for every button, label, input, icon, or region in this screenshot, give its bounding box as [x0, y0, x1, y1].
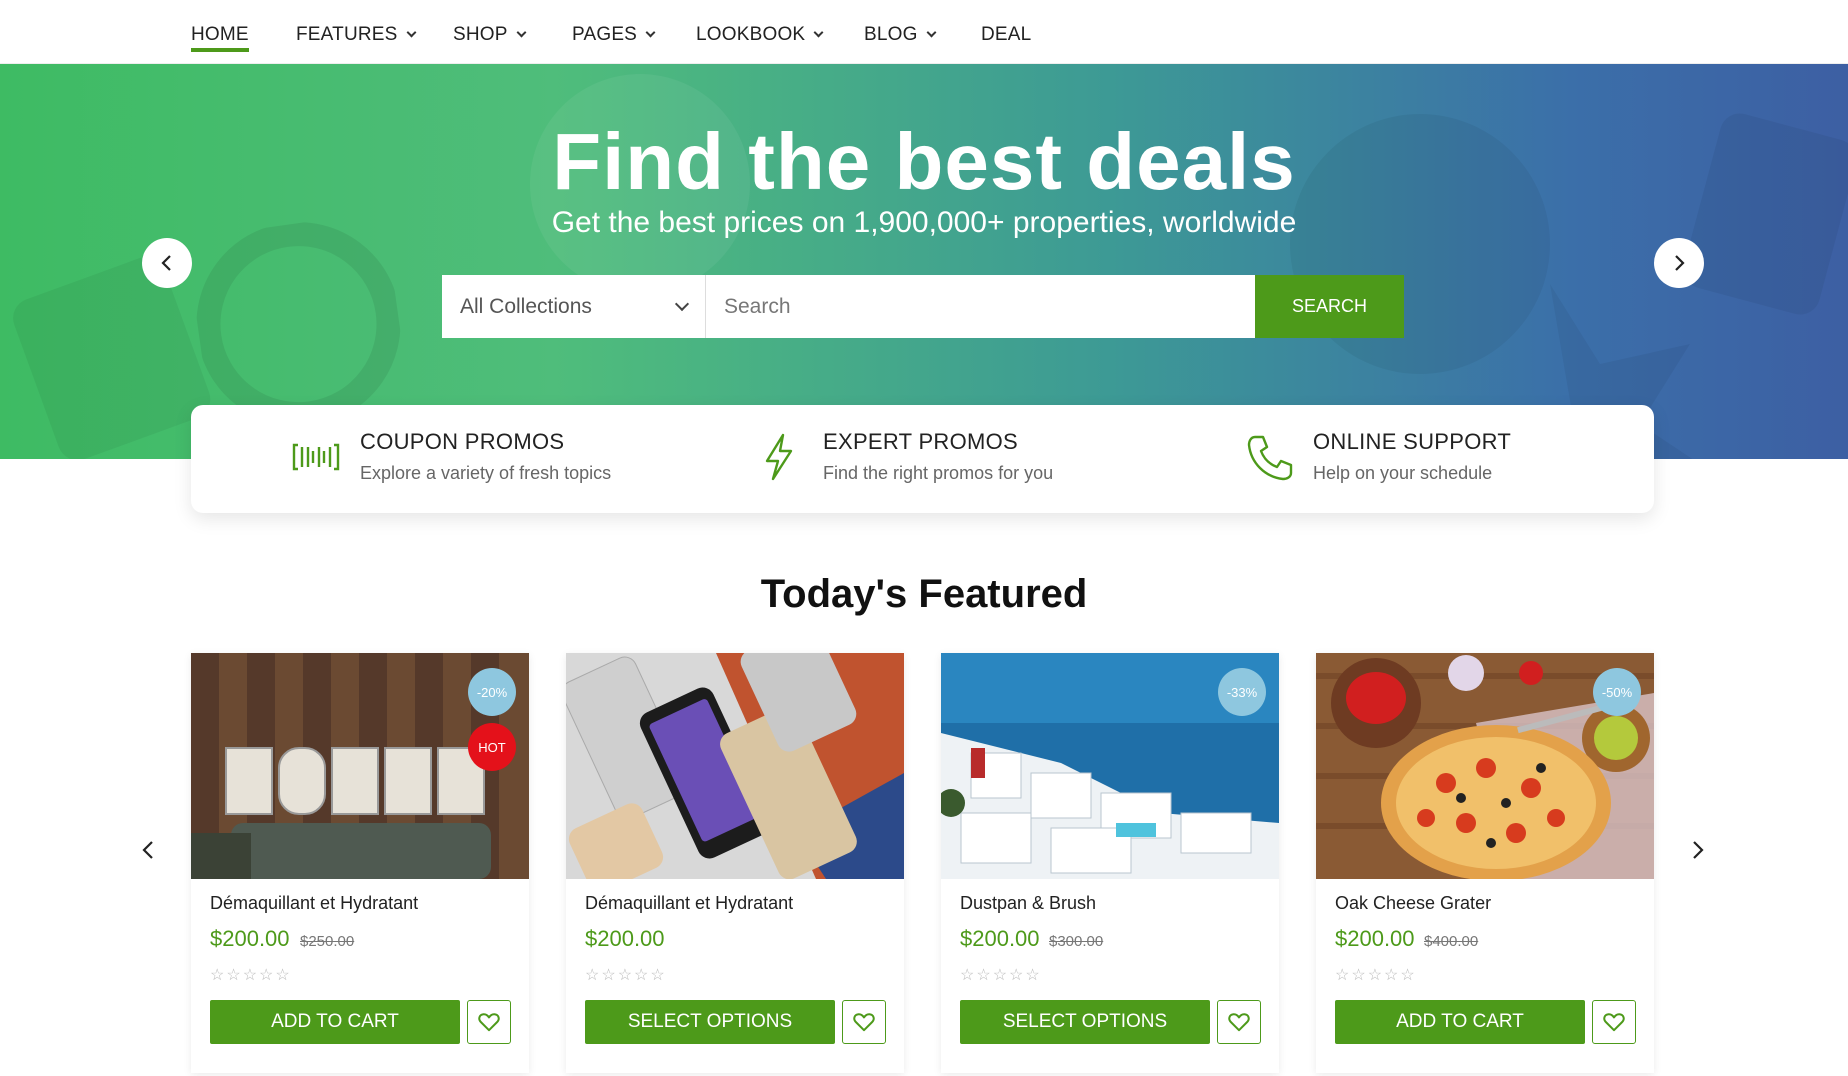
feature-desc: Explore a variety of fresh topics	[360, 463, 612, 483]
rating-stars: ☆☆☆☆☆	[585, 967, 667, 984]
feature-coupon-promos: COUPON PROMOS Explore a variety of fresh…	[288, 429, 611, 485]
product-card[interactable]: -50% Oak Cheese Grater $200.00 $400.00 ☆…	[1316, 653, 1654, 1073]
barcode-icon	[292, 443, 340, 471]
heart-icon	[1603, 1013, 1625, 1032]
product-old-price: $300.00	[1049, 933, 1104, 950]
discount-badge: -20%	[468, 668, 516, 716]
heart-icon	[478, 1013, 500, 1032]
product-price: $200.00	[585, 926, 665, 951]
chevron-down-icon	[645, 27, 656, 38]
product-image[interactable]: -33%	[941, 653, 1279, 879]
nav-label: LOOKBOOK	[696, 24, 806, 45]
feature-title: ONLINE SUPPORT	[1313, 429, 1512, 454]
select-options-button[interactable]: SELECT OPTIONS	[585, 1000, 835, 1044]
nav-label: FEATURES	[296, 24, 398, 45]
hero-banner: Find the best deals Get the best prices …	[0, 64, 1848, 459]
nav-item-shop[interactable]: SHOP	[453, 24, 527, 46]
feature-title: COUPON PROMOS	[360, 429, 565, 454]
product-card[interactable]: Démaquillant et Hydratant $200.00 ☆☆☆☆☆ …	[566, 653, 904, 1073]
discount-badge: -33%	[1218, 668, 1266, 716]
rating-stars: ☆☆☆☆☆	[1335, 967, 1417, 984]
phone-icon	[1247, 435, 1293, 481]
product-name[interactable]: Oak Cheese Grater	[1335, 893, 1491, 914]
add-to-cart-button[interactable]: ADD TO CART	[1335, 1000, 1585, 1044]
product-name[interactable]: Dustpan & Brush	[960, 893, 1096, 914]
nav-item-blog[interactable]: BLOG	[864, 24, 937, 46]
product-image[interactable]: -50%	[1316, 653, 1654, 879]
product-old-price: $400.00	[1424, 933, 1479, 950]
search-button[interactable]: SEARCH	[1255, 275, 1404, 338]
hero-prev-button[interactable]	[142, 238, 192, 288]
wishlist-button[interactable]	[467, 1000, 511, 1044]
feature-desc: Help on your schedule	[1313, 463, 1493, 483]
nav-label: PAGES	[572, 24, 638, 45]
hero-title: Find the best deals	[552, 117, 1296, 206]
nav-label: SHOP	[453, 24, 508, 45]
nav-label: HOME	[191, 24, 249, 45]
product-image[interactable]	[566, 653, 904, 879]
feature-desc: Find the right promos for you	[823, 463, 1054, 483]
feature-title: EXPERT PROMOS	[823, 429, 1019, 454]
nav-item-pages[interactable]: PAGES	[572, 24, 656, 46]
wishlist-button[interactable]	[1592, 1000, 1636, 1044]
products-next-arrow[interactable]	[1686, 838, 1710, 862]
search-bar: All Collections SEARCH	[442, 275, 1404, 338]
smartphones-image	[566, 653, 904, 879]
hero-next-button[interactable]	[1654, 238, 1704, 288]
nav-item-deal[interactable]: DEAL	[981, 24, 1031, 46]
product-old-price: $250.00	[300, 933, 355, 950]
wishlist-button[interactable]	[842, 1000, 886, 1044]
collection-select-value: All Collections	[460, 294, 592, 318]
feature-online-support: ONLINE SUPPORT Help on your schedule	[1241, 429, 1511, 485]
chevron-right-icon	[1675, 255, 1685, 271]
product-image[interactable]: -20% HOT	[191, 653, 529, 879]
add-to-cart-button[interactable]: ADD TO CART	[210, 1000, 460, 1044]
lightning-icon	[765, 433, 793, 481]
section-title: Today's Featured	[760, 572, 1088, 616]
product-price: $200.00	[210, 926, 290, 951]
rating-stars: ☆☆☆☆☆	[210, 967, 292, 984]
nav-item-home[interactable]: HOME	[191, 24, 249, 52]
product-card[interactable]: -33% Dustpan & Brush $200.00 $300.00 ☆☆☆…	[941, 653, 1279, 1073]
products-prev-arrow[interactable]	[136, 838, 160, 862]
nav-label: BLOG	[864, 24, 918, 45]
select-options-button[interactable]: SELECT OPTIONS	[960, 1000, 1210, 1044]
product-card[interactable]: -20% HOT Démaquillant et Hydratant $200.…	[191, 653, 529, 1073]
product-price: $200.00	[960, 926, 1040, 951]
chevron-down-icon	[516, 27, 527, 38]
chevron-down-icon	[406, 27, 416, 38]
discount-badge: -50%	[1593, 668, 1641, 716]
nav-item-lookbook[interactable]: LOOKBOOK	[696, 24, 824, 46]
top-navigation: HOME FEATURES SHOP PAGES LOOKBOOK BLOG D…	[0, 0, 1848, 64]
product-name[interactable]: Démaquillant et Hydratant	[585, 893, 793, 914]
rating-stars: ☆☆☆☆☆	[960, 967, 1042, 984]
heart-icon	[853, 1013, 875, 1032]
nav-item-features[interactable]: FEATURES	[296, 24, 416, 46]
feature-expert-promos: EXPERT PROMOS Find the right promos for …	[751, 429, 1053, 485]
chevron-down-icon	[926, 27, 937, 38]
product-price: $200.00	[1335, 926, 1415, 951]
hero-subtitle: Get the best prices on 1,900,000+ proper…	[551, 206, 1297, 239]
search-input[interactable]	[706, 275, 1255, 338]
chevron-left-icon	[161, 255, 171, 271]
hot-badge: HOT	[468, 723, 516, 771]
product-name[interactable]: Démaquillant et Hydratant	[210, 893, 418, 914]
chevron-down-icon	[674, 296, 690, 311]
collection-select[interactable]: All Collections	[442, 275, 706, 338]
wishlist-button[interactable]	[1217, 1000, 1261, 1044]
features-box: COUPON PROMOS Explore a variety of fresh…	[191, 405, 1654, 513]
chevron-down-icon	[813, 27, 824, 38]
heart-icon	[1228, 1013, 1250, 1032]
nav-label: DEAL	[981, 24, 1032, 45]
